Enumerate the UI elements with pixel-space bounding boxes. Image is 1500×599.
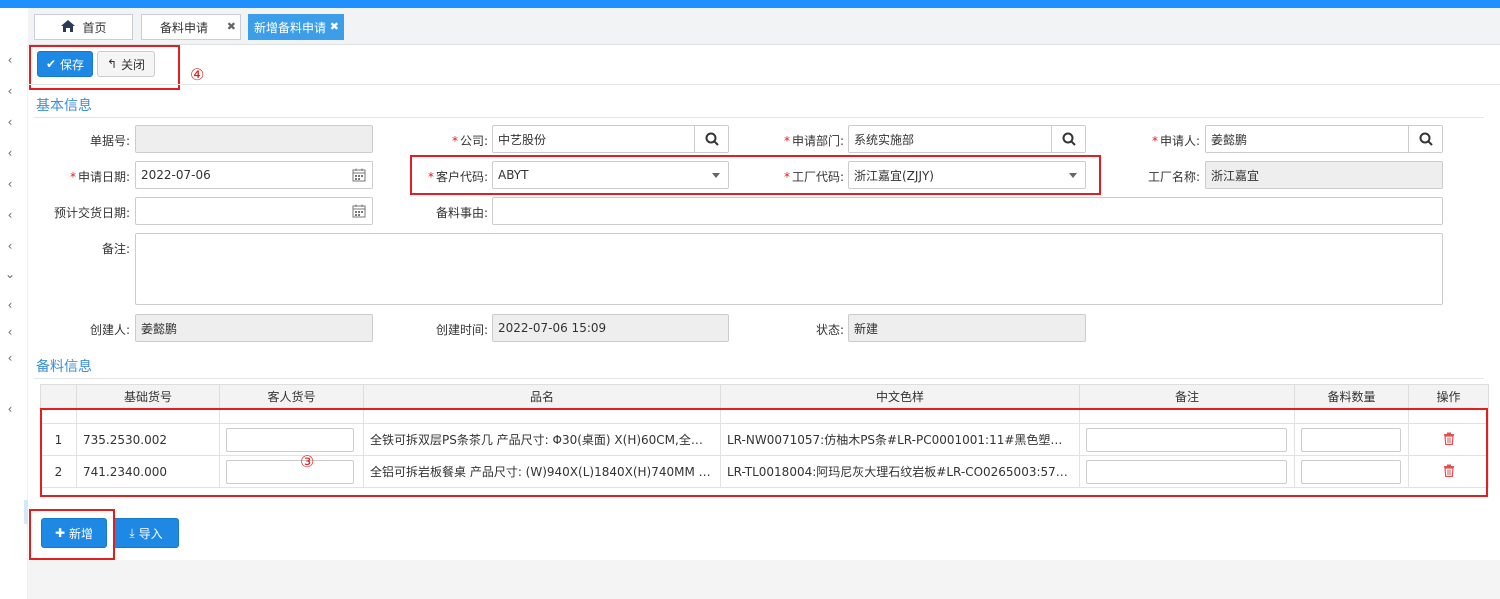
tab-material-request[interactable]: 备料申请 ✖	[141, 14, 241, 40]
col-header-index	[40, 384, 77, 409]
chevron-left-icon[interactable]: ‹	[4, 351, 16, 365]
home-icon	[60, 19, 76, 36]
col-header-product[interactable]: 品名	[363, 384, 721, 409]
col-header-action: 操作	[1408, 384, 1489, 409]
remark-label: 备注:	[101, 242, 130, 256]
created-time-label: 创建时间:	[435, 323, 488, 337]
tab-strip: 首页 备料申请 ✖ 新增备料申请 ✖	[28, 8, 1500, 45]
chevron-left-icon[interactable]: ‹	[4, 298, 16, 312]
col-header-customer-no[interactable]: 客人货号	[219, 384, 364, 409]
apply-date-field[interactable]: 2022-07-06	[135, 161, 373, 189]
section-divider	[34, 117, 1484, 118]
section-title-basic: 基本信息	[36, 98, 92, 114]
col-header-base-no[interactable]: 基础货号	[76, 384, 220, 409]
search-icon[interactable]	[694, 126, 728, 152]
tab-new-material-request-label: 新增备料申请	[253, 20, 326, 35]
dept-label: * 申请部门:	[783, 134, 844, 148]
col-header-remark[interactable]: 备注	[1079, 384, 1295, 409]
chevron-left-icon[interactable]: ‹	[4, 146, 16, 160]
status-field: 新建	[848, 314, 1086, 342]
search-icon[interactable]	[1408, 126, 1442, 152]
chevron-left-icon[interactable]: ‹	[4, 84, 16, 98]
top-accent-bar	[0, 0, 1500, 8]
bill-no-field	[135, 125, 373, 153]
dept-value: 系统实施部	[854, 132, 915, 147]
close-icon[interactable]: ✖	[330, 20, 339, 33]
section-divider	[34, 378, 1484, 379]
import-button[interactable]: ⤓ 导入	[113, 518, 179, 548]
reason-input[interactable]	[492, 197, 1443, 225]
calendar-icon[interactable]	[352, 204, 366, 221]
chevron-left-icon[interactable]: ‹	[4, 208, 16, 222]
highlight-box-add	[29, 509, 115, 560]
company-field[interactable]: 中艺股份	[492, 125, 729, 153]
chevron-left-icon[interactable]: ‹	[4, 239, 16, 253]
tab-home-label: 首页	[82, 20, 107, 35]
applicant-value: 姜懿鹏	[1211, 132, 1248, 147]
chevron-left-icon[interactable]: ‹	[4, 177, 16, 191]
dept-field[interactable]: 系统实施部	[848, 125, 1086, 153]
chevron-down-icon[interactable]: ⌄	[4, 267, 16, 281]
creator-field: 姜懿鹏	[135, 314, 373, 342]
factory-name-field: 浙江嘉宜	[1205, 161, 1443, 189]
section-title-materials: 备料信息	[36, 359, 92, 375]
highlight-box-rows	[40, 408, 1488, 497]
remark-textarea[interactable]	[135, 233, 1443, 305]
applicant-label: * 申请人:	[1151, 134, 1200, 148]
sidebar-active-indicator	[24, 500, 28, 524]
created-time-field: 2022-07-06 15:09	[492, 314, 729, 342]
factory-name-label: 工厂名称:	[1147, 170, 1200, 184]
footer-area	[28, 560, 1500, 599]
reason-label: 备料事由:	[435, 206, 488, 220]
col-header-color[interactable]: 中文色样	[720, 384, 1080, 409]
highlight-box-codes	[410, 155, 1101, 195]
delivery-date-label: 预计交货日期:	[53, 206, 130, 220]
annotation-4: ④	[190, 65, 205, 84]
delivery-date-field[interactable]	[135, 197, 373, 225]
company-label: * 公司:	[451, 134, 488, 148]
search-icon[interactable]	[1051, 126, 1085, 152]
tab-new-material-request[interactable]: 新增备料申请 ✖	[248, 14, 344, 40]
apply-date-value: 2022-07-06	[141, 168, 211, 182]
annotation-3: ③	[300, 452, 315, 471]
company-value: 中艺股份	[498, 132, 547, 147]
chevron-left-icon[interactable]: ‹	[4, 325, 16, 339]
creator-label: 创建人:	[89, 323, 130, 337]
close-icon[interactable]: ✖	[227, 20, 236, 33]
toolbar-divider	[28, 84, 1500, 85]
left-sidebar-collapsed: ‹ ‹ ‹ ‹ ‹ ‹ ‹ ⌄ ‹ ‹ ‹ ‹	[0, 45, 28, 599]
bill-no-label: 单据号:	[89, 134, 130, 148]
col-header-quantity[interactable]: 备料数量	[1294, 384, 1409, 409]
chevron-left-icon[interactable]: ‹	[4, 402, 16, 416]
import-icon: ⤓	[129, 525, 135, 540]
tab-home[interactable]: 首页	[34, 14, 133, 40]
applicant-field[interactable]: 姜懿鹏	[1205, 125, 1443, 153]
chevron-left-icon[interactable]: ‹	[4, 115, 16, 129]
import-button-label: 导入	[138, 526, 163, 541]
apply-date-label: * 申请日期:	[69, 170, 130, 184]
chevron-left-icon[interactable]: ‹	[4, 53, 16, 67]
status-label: 状态:	[815, 323, 844, 337]
calendar-icon[interactable]	[352, 168, 366, 185]
tab-material-request-label: 备料申请	[159, 20, 208, 35]
